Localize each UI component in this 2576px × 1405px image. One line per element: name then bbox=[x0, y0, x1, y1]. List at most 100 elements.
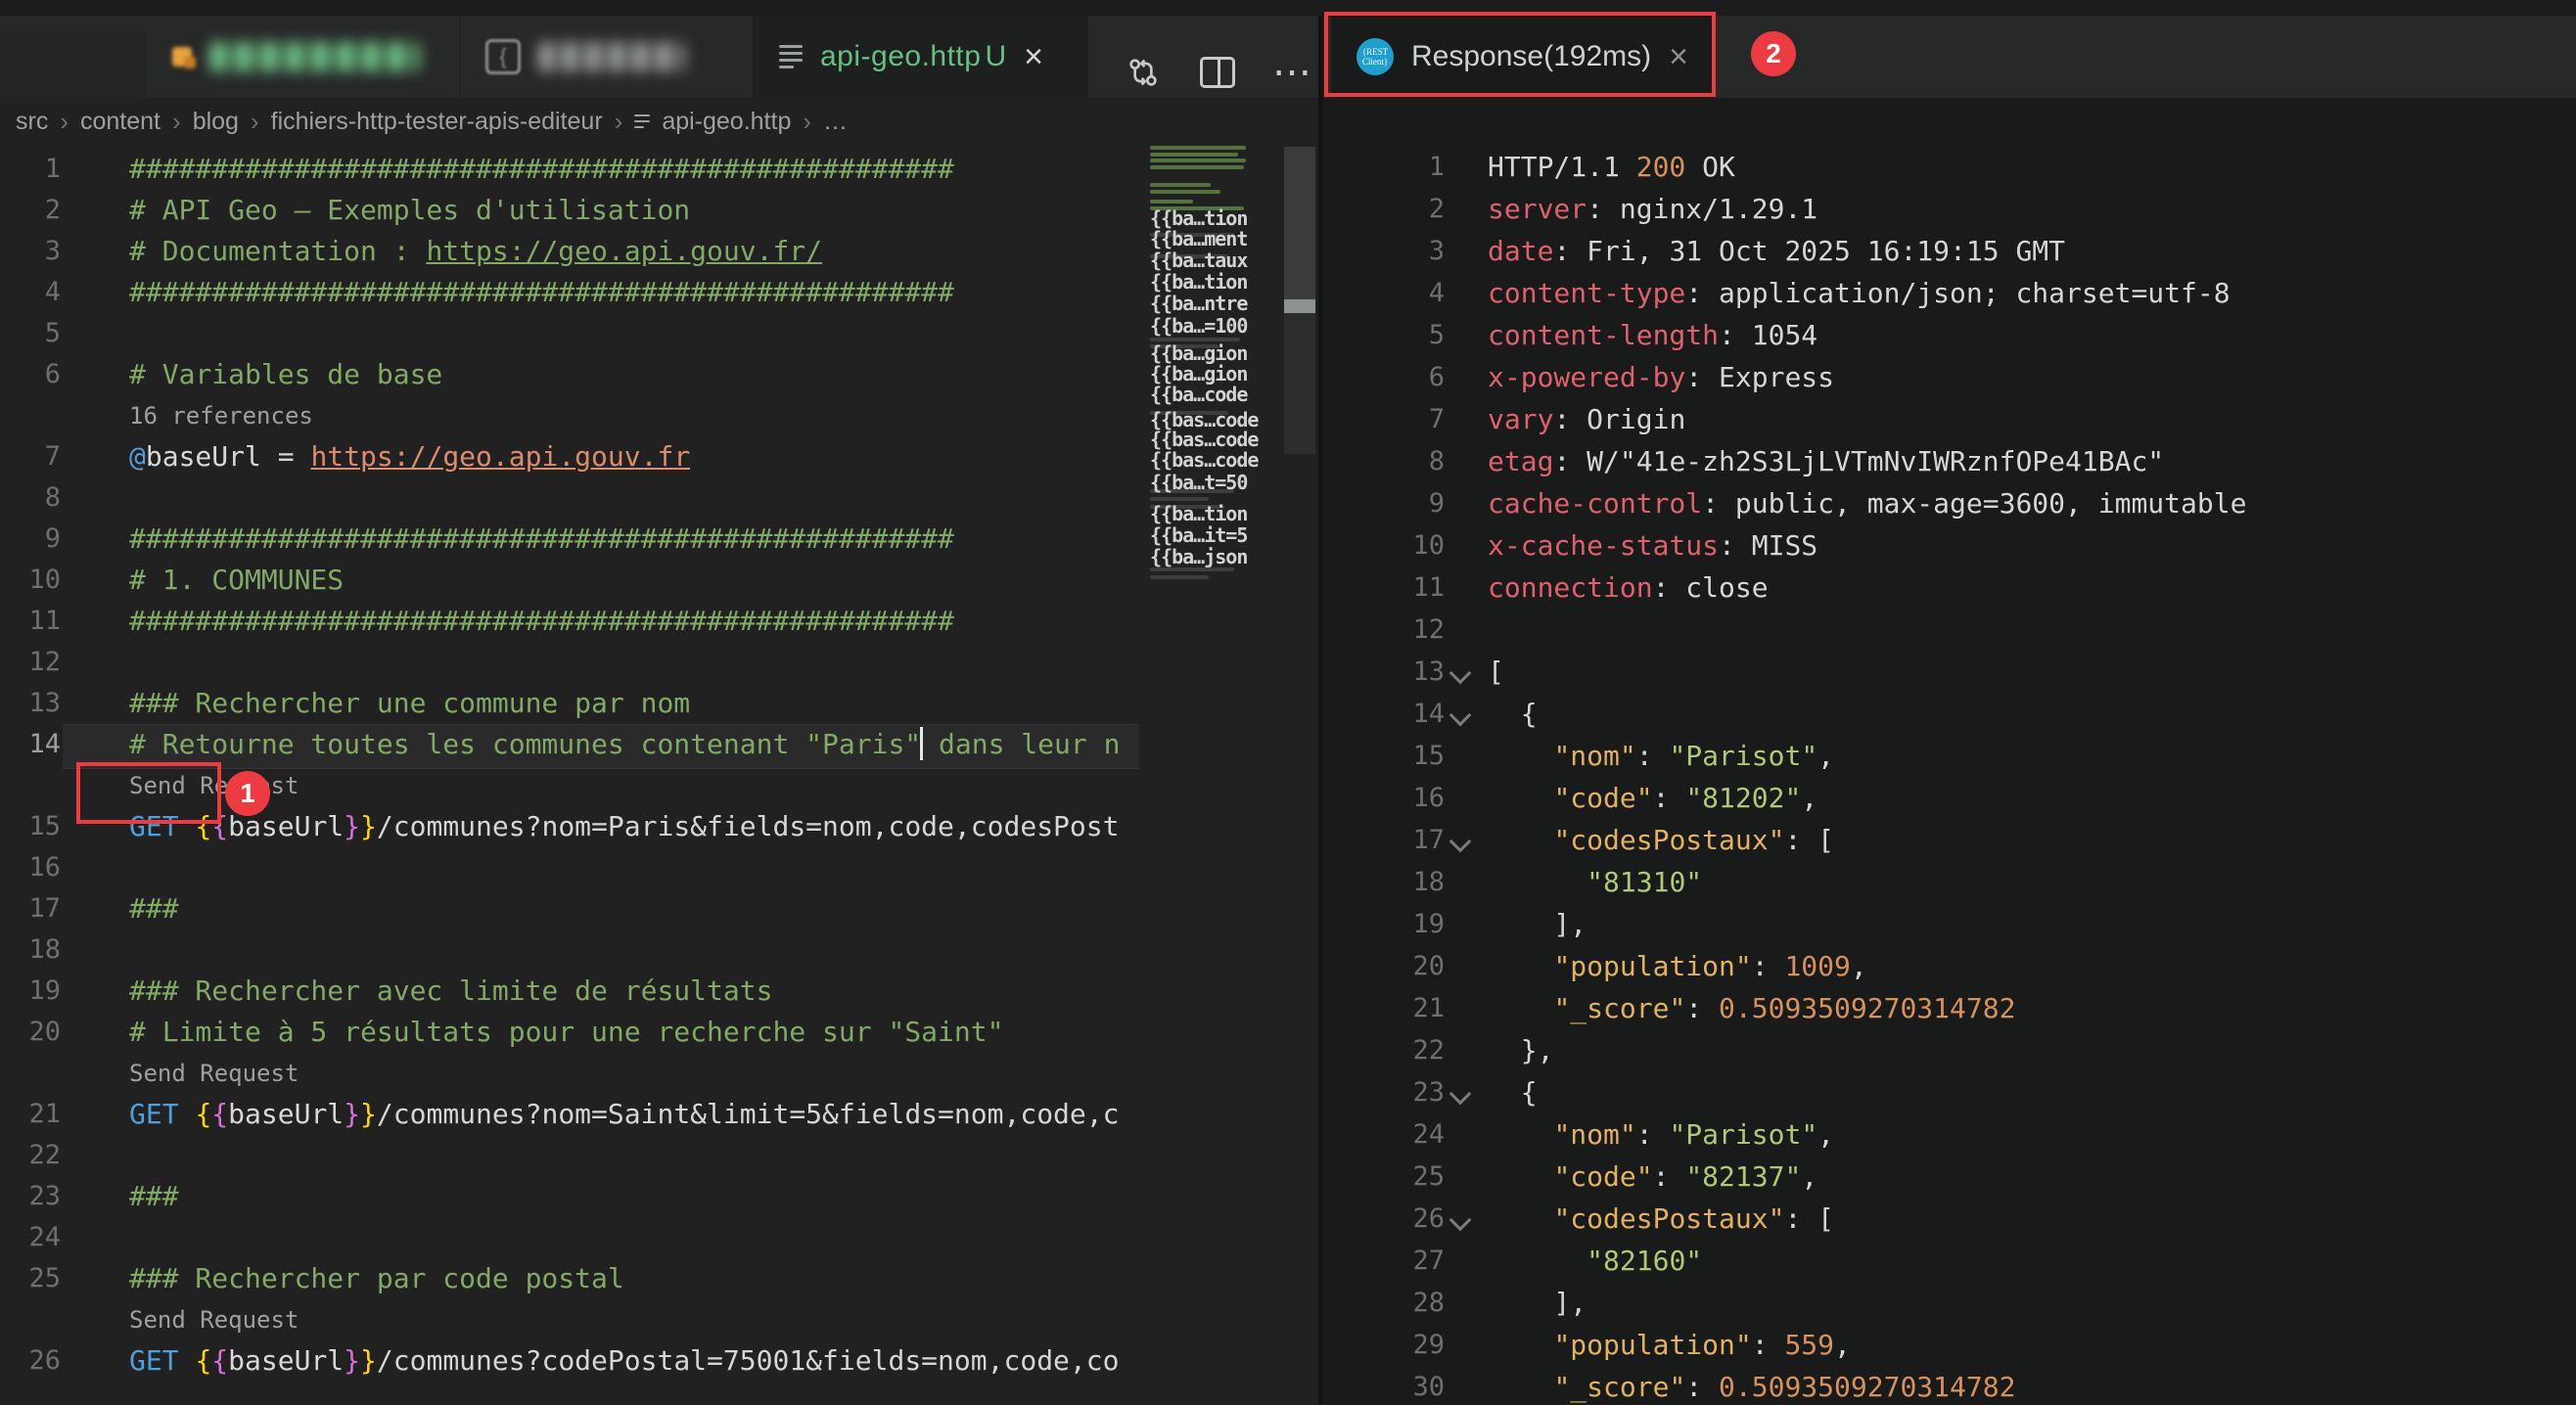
code-line: 12 bbox=[0, 642, 1318, 683]
code-line: 25 "code": "82137", bbox=[1323, 1156, 2576, 1198]
code-text: ### bbox=[129, 888, 179, 929]
annotation-box-response-tab bbox=[1324, 12, 1716, 97]
tab-blurred-1[interactable] bbox=[147, 16, 460, 98]
code-line: 5 bbox=[0, 313, 1318, 354]
breadcrumb-item[interactable]: … bbox=[823, 108, 848, 136]
code-line: 9cache-control: public, max-age=3600, im… bbox=[1323, 483, 2576, 524]
line-number: 13 bbox=[0, 683, 61, 724]
line-number: 6 bbox=[0, 354, 61, 395]
editor-scrollbar[interactable] bbox=[1284, 145, 1315, 1405]
code-line: 25### Rechercher par code postal bbox=[0, 1258, 1318, 1299]
fold-chevron-icon[interactable] bbox=[1449, 1083, 1472, 1106]
minimap-line bbox=[1150, 190, 1220, 194]
code-line: 6# Variables de base bbox=[0, 354, 1318, 395]
vscode-window: { "window": { "tabs": [ {"label": "", "o… bbox=[0, 0, 2576, 1405]
minimap[interactable]: {{ba…tion{{ba…ment{{ba…taux{{ba…tion{{ba… bbox=[1140, 145, 1284, 654]
code-line: 9#######################################… bbox=[0, 519, 1318, 560]
code-text: x-cache-status: MISS bbox=[1488, 525, 1817, 567]
line-number: 26 bbox=[0, 1340, 61, 1382]
code-line: 17### bbox=[0, 888, 1318, 929]
fold-chevron-icon[interactable] bbox=[1449, 831, 1472, 853]
line-number: 14 bbox=[0, 724, 61, 765]
breadcrumb-item[interactable]: content bbox=[80, 108, 161, 136]
code-line: 30 "_score": 0.5093509270314782 bbox=[1323, 1367, 2576, 1405]
code-line: 11connection: close bbox=[1323, 567, 2576, 609]
line-number: 24 bbox=[1323, 1114, 1445, 1156]
code-line: 2server: nginx/1.29.1 bbox=[1323, 189, 2576, 230]
line-number: 13 bbox=[1323, 652, 1445, 693]
line-number: 24 bbox=[0, 1217, 61, 1258]
minimap-line bbox=[1150, 159, 1246, 162]
line-number: 20 bbox=[1323, 946, 1445, 987]
line-number: 22 bbox=[0, 1135, 61, 1176]
code-line: 20# Limite à 5 résultats pour une recher… bbox=[0, 1012, 1318, 1053]
code-text: GET {{baseUrl}}/communes?nom=Saint&limit… bbox=[129, 1094, 1119, 1135]
code-line: 24 "nom": "Parisot", bbox=[1323, 1114, 2576, 1156]
code-line: 19 ], bbox=[1323, 904, 2576, 945]
scrollbar-slider[interactable] bbox=[1284, 147, 1315, 313]
code-line: 4 content-type: application/json; charset… bbox=[1323, 273, 2576, 314]
send-request-codelens[interactable]: Send Request bbox=[129, 1053, 299, 1094]
code-line: 26 "codesPostaux": [ bbox=[1323, 1199, 2576, 1240]
tab-label: api-geo.http bbox=[820, 40, 981, 72]
line-number: 5 bbox=[0, 313, 61, 354]
code-line: 18 "81310" bbox=[1323, 862, 2576, 903]
response-editor[interactable]: 1HTTP/1.1 200 OK2server: nginx/1.29.13da… bbox=[1323, 98, 2576, 1405]
close-icon[interactable]: × bbox=[1024, 40, 1043, 73]
fold-chevron-icon[interactable] bbox=[1449, 704, 1472, 727]
minimap-label: {{ba…json bbox=[1150, 545, 1247, 568]
send-request-codelens[interactable]: Send Request bbox=[129, 1299, 299, 1340]
code-line: 24 bbox=[0, 1217, 1318, 1258]
line-number: 12 bbox=[0, 642, 61, 683]
minimap-label: {{ba…tion bbox=[1150, 270, 1247, 294]
code-line: 7vary: Origin bbox=[1323, 399, 2576, 440]
line-number: 22 bbox=[1323, 1030, 1445, 1071]
line-number: 4 bbox=[0, 272, 61, 313]
breadcrumb-item[interactable]: fichiers-http-tester-apis-editeur bbox=[271, 108, 603, 136]
code-text: "nom": "Parisot", bbox=[1488, 736, 1834, 777]
line-number: 19 bbox=[1323, 904, 1445, 945]
breadcrumb-separator: › bbox=[803, 107, 811, 137]
code-line: 5content-length: 1054 bbox=[1323, 315, 2576, 356]
open-changes-icon[interactable] bbox=[1124, 53, 1163, 92]
code-line: 19### Rechercher avec limite de résultat… bbox=[0, 971, 1318, 1012]
line-number: 17 bbox=[1323, 820, 1445, 861]
code-line: 21GET {{baseUrl}}/communes?nom=Saint&lim… bbox=[0, 1094, 1318, 1135]
fold-chevron-icon[interactable] bbox=[1449, 662, 1472, 685]
codelens-row: Send Request bbox=[0, 1053, 1318, 1094]
line-number: 27 bbox=[1323, 1241, 1445, 1282]
line-number: 18 bbox=[1323, 862, 1445, 903]
breadcrumb-item[interactable]: blog bbox=[193, 108, 239, 136]
code-text: }, bbox=[1488, 1030, 1553, 1071]
line-number: 12 bbox=[1323, 610, 1445, 651]
breadcrumb-item[interactable]: api-geo.http bbox=[662, 108, 791, 136]
code-text: cache-control: public, max-age=3600, imm… bbox=[1488, 483, 2246, 524]
codelens-row: Send Request bbox=[0, 1299, 1318, 1340]
breadcrumb-item[interactable]: src bbox=[16, 108, 48, 136]
code-text: ########################################… bbox=[129, 519, 954, 560]
code-text: content-type: application/json; charset=… bbox=[1488, 273, 2231, 314]
code-line: 12 bbox=[1323, 610, 2576, 651]
code-line: 8etag: W/"41e-zh2S3LjLVTmNvIWRznfOPe41BA… bbox=[1323, 441, 2576, 482]
references-codelens[interactable]: 16 references bbox=[129, 395, 313, 436]
minimap-label: {{ba…ntre bbox=[1150, 292, 1247, 315]
line-number: 19 bbox=[0, 971, 61, 1012]
line-number: 7 bbox=[1323, 399, 1445, 440]
code-text: # Retourne toutes les communes contenant… bbox=[129, 724, 1120, 765]
line-number: 10 bbox=[0, 560, 61, 601]
line-number: 11 bbox=[0, 601, 61, 642]
braces-icon: { bbox=[485, 39, 521, 74]
minimap-line bbox=[1150, 575, 1209, 579]
fold-chevron-icon[interactable] bbox=[1449, 1209, 1472, 1232]
code-text: server: nginx/1.29.1 bbox=[1488, 189, 1817, 230]
tab-api-geo-http[interactable]: api-geo.httpU × bbox=[754, 16, 1088, 98]
code-line: 23 { bbox=[1323, 1072, 2576, 1113]
tab-blurred-2[interactable]: { bbox=[460, 16, 754, 98]
line-number: 4 bbox=[1323, 273, 1445, 314]
line-number: 1 bbox=[1323, 147, 1445, 188]
split-editor-icon[interactable] bbox=[1200, 57, 1235, 88]
code-text: { bbox=[1488, 694, 1538, 735]
line-number: 23 bbox=[0, 1176, 61, 1217]
code-text: "population": 559, bbox=[1488, 1325, 1851, 1366]
code-text: content-length: 1054 bbox=[1488, 315, 1817, 356]
